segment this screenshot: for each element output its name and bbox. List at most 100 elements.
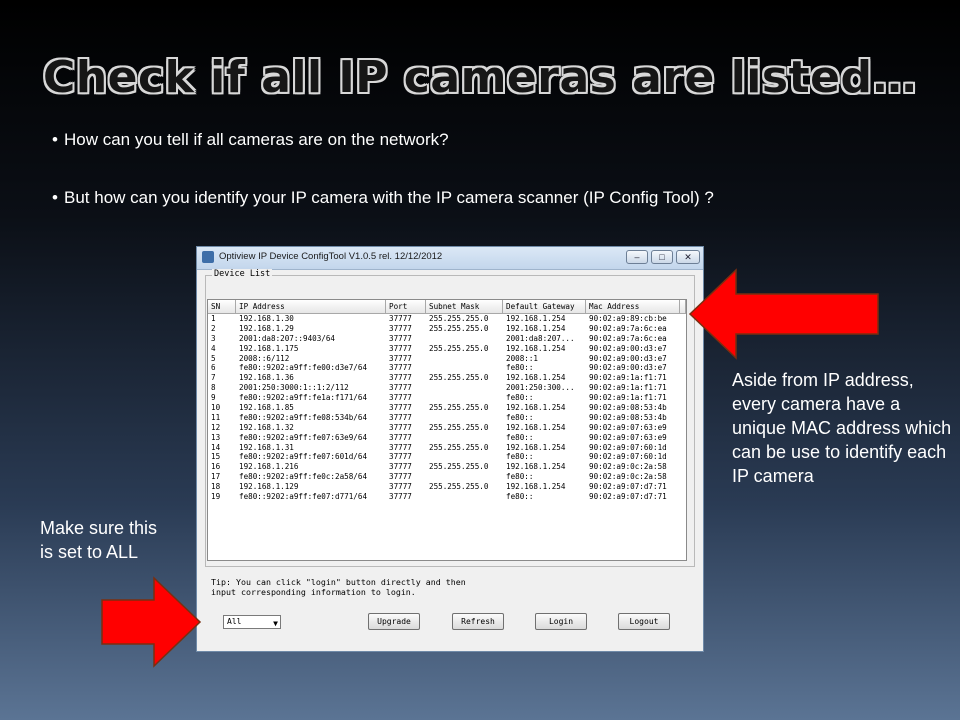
table-cell: 90:02:a9:00:d3:e7 bbox=[589, 353, 667, 363]
table-cell bbox=[426, 472, 503, 482]
right-arrow-icon bbox=[101, 576, 202, 668]
table-cell: 37777 bbox=[389, 412, 412, 422]
table-row[interactable]: 13 fe80::9202:a9ff:fe07:63e9/64 37777 fe80:… bbox=[208, 433, 686, 443]
table-cell: 192.168.1.85 bbox=[239, 403, 294, 413]
column-header-mac[interactable]: Mac Address bbox=[586, 300, 680, 313]
logout-button[interactable]: Logout bbox=[618, 613, 670, 630]
refresh-button[interactable]: Refresh bbox=[452, 613, 504, 630]
table-row[interactable]: 9 fe80::9202:a9ff:fe1a:f171/64 37777 fe80::… bbox=[208, 393, 686, 403]
table-row[interactable]: 19 fe80::9202:a9ff:fe07:d771/64 37777 fe80:… bbox=[208, 492, 686, 502]
table-cell: 90:02:a9:07:63:e9 bbox=[589, 422, 667, 432]
column-header-gateway[interactable]: Default Gateway bbox=[503, 300, 586, 313]
table-row[interactable]: 12 192.168.1.32 37777 255.255.255.0 192.168.… bbox=[208, 423, 686, 433]
table-cell: 255.255.255.0 bbox=[429, 373, 489, 383]
bullet-item: But how can you identify your IP camera … bbox=[52, 186, 714, 210]
close-icon[interactable]: ✕ bbox=[676, 250, 700, 264]
column-header-port[interactable]: Port bbox=[386, 300, 426, 313]
table-row[interactable]: 15 fe80::9202:a9ff:fe07:601d/64 37777 fe80:… bbox=[208, 452, 686, 462]
table-cell: 90:02:a9:07:60:1d bbox=[589, 442, 667, 452]
table-row[interactable]: 2 192.168.1.29 37777 255.255.255.0 192.168.1… bbox=[208, 324, 686, 334]
table-cell: 4 bbox=[211, 343, 216, 353]
table-cell: 19 bbox=[211, 492, 221, 502]
table-cell: 90:02:a9:08:53:4b bbox=[589, 403, 667, 413]
table-cell: 192.168.1.254 bbox=[506, 314, 566, 323]
table-row[interactable]: 1 192.168.1.30 37777 255.255.255.0 192.168.1… bbox=[208, 314, 686, 324]
table-cell: 90:02:a9:00:d3:e7 bbox=[589, 363, 667, 373]
table-cell: 3 bbox=[211, 333, 216, 343]
set-all-note: Make sure this is set to ALL bbox=[40, 518, 158, 562]
table-cell: 192.168.1.254 bbox=[506, 462, 566, 472]
table-row[interactable]: 3 2001:da8:207::9403/64 37777 2001:da8:207.… bbox=[208, 334, 686, 344]
window-titlebar[interactable]: Optiview IP Device ConfigTool V1.0.5 rel… bbox=[197, 247, 703, 270]
table-cell: 37777 bbox=[389, 314, 412, 323]
table-cell: 37777 bbox=[389, 363, 412, 373]
table-cell bbox=[426, 383, 503, 393]
table-cell: 255.255.255.0 bbox=[429, 462, 489, 472]
table-cell: 9 bbox=[211, 393, 216, 403]
tip-text: Tip: You can click "login" button direct… bbox=[211, 577, 466, 597]
table-cell: 37777 bbox=[389, 492, 412, 502]
table-row[interactable]: 16 192.168.1.216 37777 255.255.255.0 192.168… bbox=[208, 462, 686, 472]
table-cell: 2001:da8:207... bbox=[506, 333, 575, 343]
slide-title: Check if all IP cameras are listed… bbox=[43, 52, 917, 103]
table-cell: 255.255.255.0 bbox=[429, 314, 489, 323]
table-cell: 192.168.1.32 bbox=[239, 422, 294, 432]
table-cell: 90:02:a9:0c:2a:58 bbox=[589, 462, 667, 472]
table-cell: 2001:250:300... bbox=[506, 383, 575, 393]
window-title: Optiview IP Device ConfigTool V1.0.5 rel… bbox=[219, 251, 443, 262]
column-header-subnet[interactable]: Subnet Mask bbox=[426, 300, 503, 313]
table-cell: 192.168.1.216 bbox=[239, 462, 299, 472]
table-cell bbox=[426, 452, 503, 462]
table-cell: 255.255.255.0 bbox=[429, 343, 489, 353]
table-row[interactable]: 7 192.168.1.36 37777 255.255.255.0 192.168.1… bbox=[208, 373, 686, 383]
table-row[interactable]: 11 fe80::9202:a9ff:fe08:534b/64 37777 fe80:… bbox=[208, 413, 686, 423]
table-cell: 16 bbox=[211, 462, 221, 472]
table-row[interactable]: 8 2001:250:3000:1::1:2/112 37777 2001:250:3… bbox=[208, 383, 686, 393]
table-cell: 2008::6/112 bbox=[239, 353, 290, 363]
column-header-ip[interactable]: IP Address bbox=[236, 300, 386, 313]
table-row[interactable]: 17 fe80::9202:a9ff:fe0c:2a58/64 37777 fe80:… bbox=[208, 472, 686, 482]
table-cell: 192.168.1.254 bbox=[506, 422, 566, 432]
filter-select[interactable]: All ▼ bbox=[223, 615, 281, 629]
upgrade-button[interactable]: Upgrade bbox=[368, 613, 420, 630]
chevron-down-icon[interactable]: ▼ bbox=[273, 618, 278, 630]
maximize-icon[interactable]: □ bbox=[651, 250, 673, 264]
table-cell: 13 bbox=[211, 432, 221, 442]
table-row[interactable]: 4 192.168.1.175 37777 255.255.255.0 192.168.… bbox=[208, 344, 686, 354]
table-cell: fe80::9202:a9ff:fe1a:f171/64 bbox=[239, 393, 368, 403]
table-cell: fe80::9202:a9ff:fe08:534b/64 bbox=[239, 412, 368, 422]
table-cell: 37777 bbox=[389, 343, 412, 353]
table-row[interactable]: 10 192.168.1.85 37777 255.255.255.0 192.168.… bbox=[208, 403, 686, 413]
table-cell: 90:02:a9:89:cb:be bbox=[589, 314, 667, 323]
table-cell: 255.255.255.0 bbox=[429, 442, 489, 452]
table-row[interactable]: 5 2008::6/112 37777 2008::1 90:02:a9:00:d3:e… bbox=[208, 354, 686, 364]
table-cell: fe80:: bbox=[506, 432, 534, 442]
login-button[interactable]: Login bbox=[535, 613, 587, 630]
table-row[interactable]: 6 fe80::9202:a9ff:fe00:d3e7/64 37777 fe80::… bbox=[208, 363, 686, 373]
table-cell: 37777 bbox=[389, 403, 412, 413]
table-cell bbox=[426, 393, 503, 403]
table-row[interactable]: 14 192.168.1.31 37777 255.255.255.0 192.168.… bbox=[208, 443, 686, 453]
device-table[interactable]: SN IP Address Port Subnet Mask Default G… bbox=[207, 299, 687, 561]
table-cell: 37777 bbox=[389, 353, 412, 363]
config-tool-window: Optiview IP Device ConfigTool V1.0.5 rel… bbox=[196, 246, 704, 652]
table-cell: 37777 bbox=[389, 432, 412, 442]
app-icon bbox=[202, 251, 214, 263]
table-cell: 37777 bbox=[389, 333, 412, 343]
table-cell: 17 bbox=[211, 472, 221, 482]
table-cell: 90:02:a9:07:d7:71 bbox=[589, 492, 667, 502]
table-cell: 37777 bbox=[389, 323, 412, 333]
table-cell: 255.255.255.0 bbox=[429, 323, 489, 333]
table-cell bbox=[426, 334, 503, 344]
minimize-icon[interactable]: – bbox=[626, 250, 648, 264]
table-cell: 2 bbox=[211, 323, 216, 333]
table-cell: 192.168.1.129 bbox=[239, 482, 299, 492]
table-cell: 2008::1 bbox=[506, 353, 539, 363]
table-cell: 12 bbox=[211, 422, 221, 432]
column-header-sn[interactable]: SN bbox=[208, 300, 236, 313]
table-row[interactable]: 18 192.168.1.129 37777 255.255.255.0 192.168… bbox=[208, 482, 686, 492]
table-cell: 192.168.1.254 bbox=[506, 343, 566, 353]
table-cell: 14 bbox=[211, 442, 221, 452]
table-cell: fe80::9202:a9ff:fe07:601d/64 bbox=[239, 452, 368, 462]
table-cell: fe80:: bbox=[506, 393, 534, 403]
